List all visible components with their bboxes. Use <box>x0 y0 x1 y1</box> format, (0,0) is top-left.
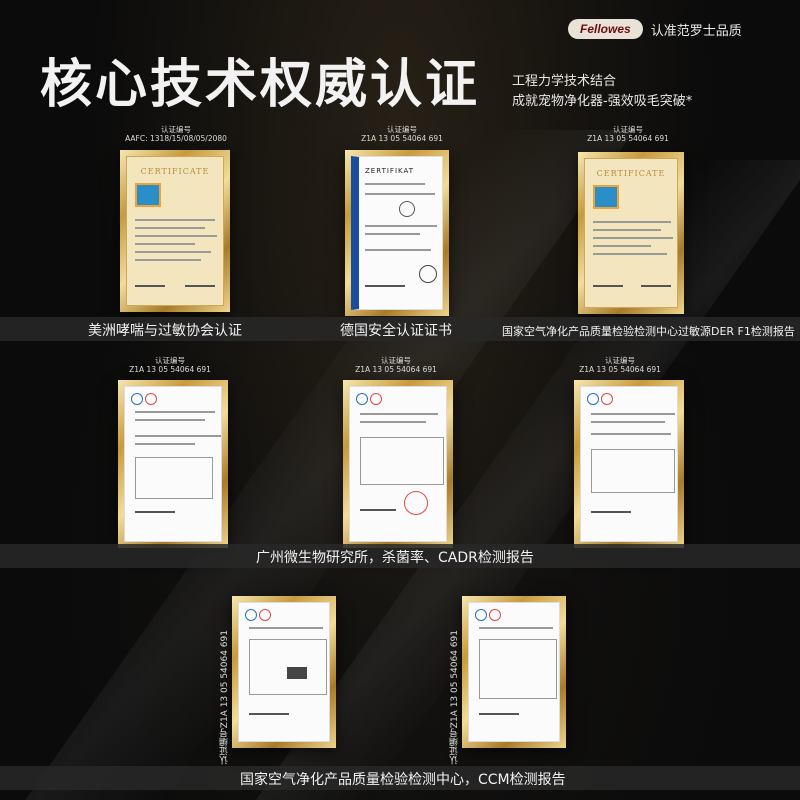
row2-caption: 广州微生物研究所，杀菌率、CADR检测报告 <box>256 550 534 566</box>
report-paper <box>238 602 330 742</box>
cert-id: AAFC: 1318/15/08/05/2080 <box>125 134 227 143</box>
text-line <box>365 225 437 227</box>
cert-caption: 国家空气净化产品质量检验检测中心过敏源DER F1检测报告 <box>502 325 795 338</box>
text-line <box>365 183 425 185</box>
certificate-der-f1: CERTIFICATE <box>578 152 684 314</box>
text-line <box>135 435 221 437</box>
cert-id: Z1A 13 05 54064 691 <box>355 365 437 374</box>
text-line <box>479 627 553 629</box>
report-paper <box>349 386 447 542</box>
signature-line <box>185 285 215 287</box>
report-gz-1 <box>118 380 228 548</box>
text-line <box>135 443 195 445</box>
text-line <box>593 253 667 255</box>
red-seal-icon <box>404 491 428 515</box>
certified-badge-icon <box>593 185 619 209</box>
cnas-logo-icon <box>489 609 501 621</box>
cert-id: Z1A 13 05 54064 691 <box>579 365 661 374</box>
text-line <box>591 421 665 423</box>
cnas-logo-icon <box>601 393 613 405</box>
round-stamp-icon <box>419 265 437 283</box>
subtitle-line-1: 工程力学技术结合 <box>512 74 617 89</box>
text-line <box>591 413 675 415</box>
text-line <box>135 251 211 253</box>
cert-caption: 美洲哮喘与过敏协会认证 <box>88 323 242 339</box>
row3-caption: 国家空气净化产品质量检验检测中心，CCM检测报告 <box>240 772 566 788</box>
cert-side-id: 认证编号Z1A 13 05 54064 691 <box>220 630 230 765</box>
text-line <box>135 419 205 421</box>
text-line <box>365 249 431 251</box>
signature-line <box>249 713 289 715</box>
cert-id: Z1A 13 05 54064 691 <box>129 365 211 374</box>
report-paper <box>580 386 678 542</box>
cma-logo-icon <box>475 609 487 621</box>
signature-line <box>593 285 623 287</box>
signature-line <box>135 511 175 513</box>
certificate-paper: ZERTIFIKAT <box>351 156 443 310</box>
fellowes-logo: Fellowes <box>568 19 643 39</box>
text-line <box>360 421 426 423</box>
cma-logo-icon <box>356 393 368 405</box>
brand-block: Fellowes 认准范罗士品质 <box>568 19 742 39</box>
certificate-tuv: ZERTIFIKAT <box>345 150 449 316</box>
cert-caption: 德国安全认证证书 <box>340 323 452 339</box>
certificate-aafc: CERTIFICATE <box>120 150 230 312</box>
certificate-heading: CERTIFICATE <box>596 169 666 178</box>
certificate-heading: ZERTIFIKAT <box>365 167 414 175</box>
text-line <box>249 627 323 629</box>
report-paper <box>124 386 222 542</box>
signature-line <box>591 511 631 513</box>
cnas-logo-icon <box>370 393 382 405</box>
cnas-logo-icon <box>145 393 157 405</box>
cma-logo-icon <box>587 393 599 405</box>
tuv-seal-icon <box>399 201 415 217</box>
text-line <box>593 229 661 231</box>
text-line <box>365 193 435 195</box>
data-table <box>135 457 213 499</box>
subtitle-line-2: 成就宠物净化器-强效吸毛突破* <box>512 94 693 109</box>
signature-line <box>365 285 405 287</box>
text-line <box>593 221 671 223</box>
brand-slogan: 认准范罗士品质 <box>650 23 742 39</box>
certificate-paper: CERTIFICATE <box>126 156 224 306</box>
page-title: 核心技术权威认证 <box>40 55 481 115</box>
signature-line <box>135 285 165 287</box>
text-line <box>360 413 438 415</box>
text-line <box>593 237 673 239</box>
text-line <box>135 235 217 237</box>
product-photo <box>287 667 307 679</box>
signature-line <box>641 285 671 287</box>
text-line <box>365 233 420 235</box>
certified-badge-icon <box>135 183 161 207</box>
text-line <box>135 259 201 261</box>
cma-logo-icon <box>245 609 257 621</box>
cma-logo-icon <box>131 393 143 405</box>
text-line <box>593 245 651 247</box>
text-line <box>135 227 205 229</box>
text-line <box>135 411 215 413</box>
text-line <box>135 219 215 221</box>
cert-id: Z1A 13 05 54064 691 <box>587 134 669 143</box>
report-paper <box>468 602 560 742</box>
report-gz-2 <box>343 380 453 548</box>
cert-id: Z1A 13 05 54064 691 <box>361 134 443 143</box>
report-ccm-2 <box>462 596 566 748</box>
signature-line <box>479 713 519 715</box>
page-subtitle: 工程力学技术结合 成就宠物净化器-强效吸毛突破* <box>512 72 692 112</box>
text-line <box>591 433 671 435</box>
data-table <box>479 639 557 699</box>
certificate-paper: CERTIFICATE <box>584 158 678 308</box>
report-gz-3 <box>574 380 684 548</box>
report-ccm-1 <box>232 596 336 748</box>
certificate-heading: CERTIFICATE <box>140 167 210 176</box>
data-table <box>591 449 675 493</box>
cert-side-id: 认证编号Z1A 13 05 54064 691 <box>450 630 460 765</box>
cnas-logo-icon <box>259 609 271 621</box>
data-table <box>360 437 444 485</box>
signature-line <box>360 509 396 511</box>
text-line <box>135 243 195 245</box>
